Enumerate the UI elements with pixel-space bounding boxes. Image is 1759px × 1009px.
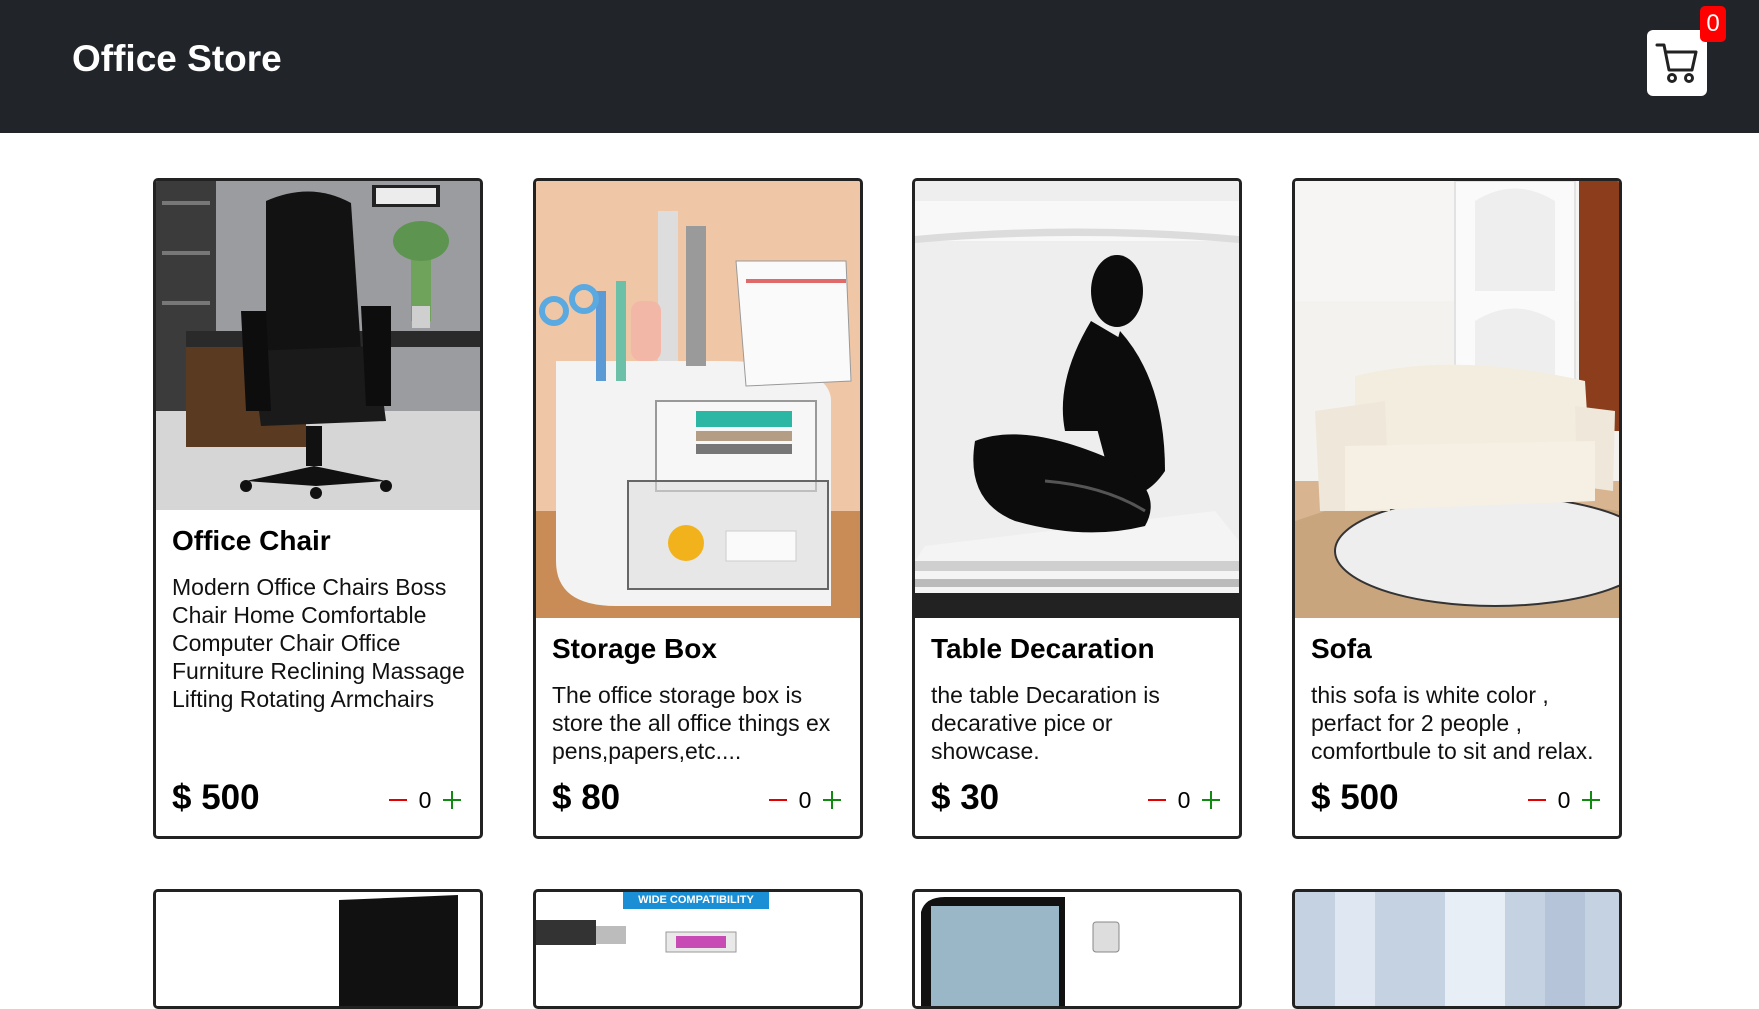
product-image-monitor xyxy=(156,892,480,1006)
product-grid: Office Chair Modern Office Chairs Boss C… xyxy=(153,178,1626,1009)
product-footer: $ 80 0 xyxy=(552,778,844,822)
product-card-table-decaration: Table Decaration the table Decaration is… xyxy=(912,178,1242,839)
product-card-computer: WIDE COMPATIBILITY xyxy=(533,889,863,1009)
plus-icon[interactable] xyxy=(1199,788,1223,812)
product-footer: $ 30 0 xyxy=(931,778,1223,822)
quantity-stepper: 0 xyxy=(1525,786,1603,814)
product-badge: WIDE COMPATIBILITY xyxy=(623,892,769,909)
quantity-stepper: 0 xyxy=(766,786,844,814)
product-image-office-chair xyxy=(156,181,480,510)
product-card-office-room xyxy=(1292,889,1622,1009)
plus-icon[interactable] xyxy=(820,788,844,812)
product-title: Office Chair xyxy=(172,525,331,556)
product-image-computer: WIDE COMPATIBILITY xyxy=(536,892,860,1006)
product-body: Office Chair Modern Office Chairs Boss C… xyxy=(172,525,466,713)
product-price: $ 500 xyxy=(172,778,260,817)
plus-icon[interactable] xyxy=(1579,788,1603,812)
product-body: Table Decaration the table Decaration is… xyxy=(931,633,1225,765)
product-price: $ 500 xyxy=(1311,778,1399,817)
quantity-stepper: 0 xyxy=(386,786,464,814)
product-card-laptop xyxy=(912,889,1242,1009)
product-description: The office storage box is store the all … xyxy=(552,682,831,764)
product-card-storage-box: Storage Box The office storage box is st… xyxy=(533,178,863,839)
product-title: Sofa xyxy=(1311,633,1372,664)
quantity-stepper: 0 xyxy=(1145,786,1223,814)
product-description: this sofa is white color , perfact for 2… xyxy=(1311,682,1594,764)
product-card-sofa: Sofa this sofa is white color , perfact … xyxy=(1292,178,1622,839)
product-image-sofa xyxy=(1295,181,1619,618)
navbar: Office Store 0 xyxy=(0,0,1759,133)
plus-icon[interactable] xyxy=(440,788,464,812)
product-footer: $ 500 0 xyxy=(1311,778,1603,822)
product-price: $ 30 xyxy=(931,778,1000,817)
cart-count-badge: 0 xyxy=(1700,6,1726,42)
product-description: Modern Office Chairs Boss Chair Home Com… xyxy=(172,574,465,712)
minus-icon[interactable] xyxy=(1525,788,1549,812)
quantity-value: 0 xyxy=(1557,786,1571,813)
brand-title[interactable]: Office Store xyxy=(72,38,282,80)
product-image-table-decaration xyxy=(915,181,1239,618)
minus-icon[interactable] xyxy=(386,788,410,812)
product-price: $ 80 xyxy=(552,778,621,817)
quantity-value: 0 xyxy=(1177,786,1191,813)
product-footer: $ 500 0 xyxy=(172,778,464,822)
minus-icon[interactable] xyxy=(766,788,790,812)
product-card-monitor xyxy=(153,889,483,1009)
quantity-value: 0 xyxy=(418,786,432,813)
product-card-office-chair: Office Chair Modern Office Chairs Boss C… xyxy=(153,178,483,839)
product-description: the table Decaration is decarative pice … xyxy=(931,682,1160,764)
product-title: Storage Box xyxy=(552,633,717,664)
cart-button[interactable] xyxy=(1647,30,1707,96)
product-image-office-room xyxy=(1295,892,1619,1006)
minus-icon[interactable] xyxy=(1145,788,1169,812)
product-body: Storage Box The office storage box is st… xyxy=(552,633,846,765)
product-title: Table Decaration xyxy=(931,633,1155,664)
product-image-storage-box xyxy=(536,181,860,618)
shopping-cart-icon xyxy=(1655,43,1698,83)
product-body: Sofa this sofa is white color , perfact … xyxy=(1311,633,1605,765)
quantity-value: 0 xyxy=(798,786,812,813)
product-image-laptop xyxy=(915,892,1239,1006)
